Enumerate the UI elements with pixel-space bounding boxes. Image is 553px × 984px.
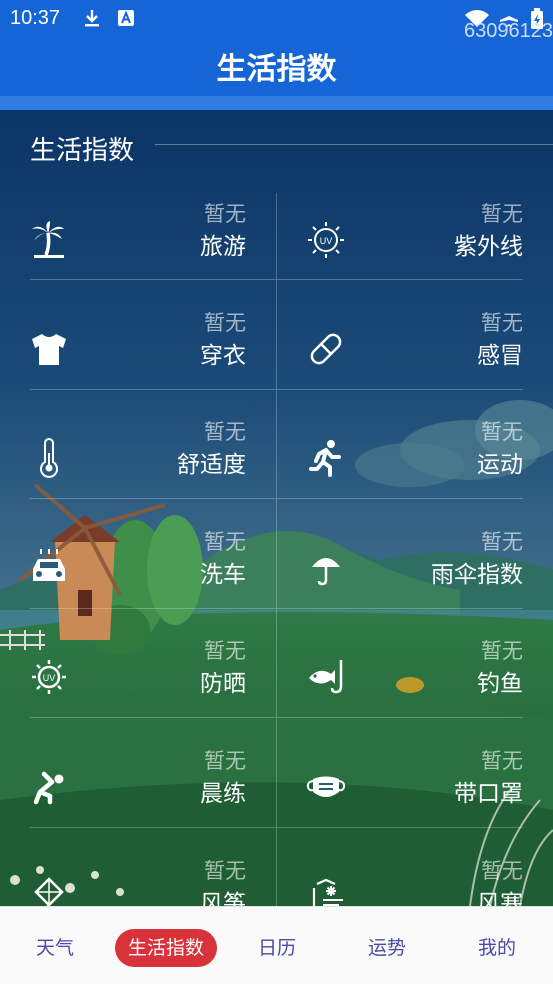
tab-life-index[interactable]: 生活指数 <box>115 929 217 967</box>
index-item-fishing[interactable]: 暂无 钓鱼 <box>277 630 553 739</box>
row-divider <box>277 608 523 609</box>
status-time: 10:37 <box>10 7 61 29</box>
index-item-cold[interactable]: 暂无 感冒 <box>277 302 553 411</box>
thermometer-icon <box>28 437 70 479</box>
status-code: 63096123 <box>464 20 553 42</box>
index-item-sport[interactable]: 暂无 运动 <box>277 411 553 520</box>
svg-text:UV: UV <box>43 673 56 683</box>
umbrella-icon <box>305 547 347 589</box>
index-item-travel[interactable]: 暂无 旅游 <box>0 193 276 302</box>
index-name: 风筝 <box>200 891 246 906</box>
index-item-car-wash[interactable]: 暂无 洗车 <box>0 521 276 630</box>
svg-text:UV: UV <box>320 236 333 246</box>
index-name: 旅游 <box>200 234 246 260</box>
index-name: 雨伞指数 <box>431 562 523 588</box>
index-name: 穿衣 <box>200 343 246 369</box>
index-status: 暂无 <box>481 859 523 883</box>
wind-chill-icon <box>305 876 347 906</box>
row-divider <box>30 827 276 828</box>
row-divider <box>277 717 523 718</box>
row-divider <box>30 389 276 390</box>
index-item-mask[interactable]: 暂无 带口罩 <box>277 740 553 849</box>
tab-mine[interactable]: 我的 <box>462 929 532 967</box>
index-status: 暂无 <box>204 749 246 773</box>
row-divider <box>277 498 523 499</box>
index-item-sunscreen[interactable]: UV 暂无 防晒 <box>0 630 276 739</box>
index-name: 紫外线 <box>454 234 523 260</box>
index-status: 暂无 <box>204 311 246 335</box>
tab-weather[interactable]: 天气 <box>20 929 90 967</box>
index-status: 暂无 <box>481 639 523 663</box>
tab-calendar[interactable]: 日历 <box>242 929 312 967</box>
index-name: 防晒 <box>200 671 246 697</box>
index-status: 暂无 <box>481 311 523 335</box>
row-divider <box>30 279 276 280</box>
bottom-navigation: 天气 生活指数 日历 运势 我的 <box>0 906 553 984</box>
index-name: 风寒 <box>477 891 523 906</box>
face-mask-icon <box>305 766 347 808</box>
palm-tree-icon <box>28 219 70 261</box>
status-bar: 10:37 63096123 <box>0 0 553 42</box>
fishing-icon <box>305 656 347 698</box>
app-notification-icon <box>116 8 136 28</box>
section-title: 生活指数 <box>30 136 135 166</box>
life-index-grid: 暂无 旅游 UV 暂无 紫外线 暂无 穿衣 暂无 感冒 暂无 舒适度 暂无 运动… <box>0 193 553 906</box>
index-status: 暂无 <box>481 202 523 226</box>
index-item-umbrella[interactable]: 暂无 雨伞指数 <box>277 521 553 630</box>
index-name: 运动 <box>477 452 523 478</box>
sunscreen-uv-icon: UV <box>28 656 70 698</box>
index-name: 钓鱼 <box>477 671 523 697</box>
section-divider <box>155 144 553 145</box>
index-item-uv[interactable]: UV 暂无 紫外线 <box>277 193 553 302</box>
index-status: 暂无 <box>481 420 523 444</box>
row-divider <box>277 827 523 828</box>
kite-icon <box>28 876 70 906</box>
index-status: 暂无 <box>204 530 246 554</box>
exercise-person-icon <box>28 766 70 808</box>
row-divider <box>30 498 276 499</box>
index-name: 晨练 <box>200 781 246 807</box>
pill-icon <box>305 328 347 370</box>
index-status: 暂无 <box>204 420 246 444</box>
index-name: 洗车 <box>200 562 246 588</box>
index-name: 舒适度 <box>177 452 246 478</box>
index-item-comfort[interactable]: 暂无 舒适度 <box>0 411 276 520</box>
running-person-icon <box>305 437 347 479</box>
row-divider <box>277 279 523 280</box>
index-item-wind-chill[interactable]: 暂无 风寒 <box>277 850 553 906</box>
index-item-morning-exercise[interactable]: 暂无 晨练 <box>0 740 276 849</box>
row-divider <box>30 608 276 609</box>
row-divider <box>30 717 276 718</box>
app-bar-strip <box>0 96 553 110</box>
index-status: 暂无 <box>204 639 246 663</box>
index-name: 感冒 <box>477 343 523 369</box>
row-divider <box>277 389 523 390</box>
page-title: 生活指数 <box>216 52 337 87</box>
car-wash-icon <box>28 547 70 589</box>
index-status: 暂无 <box>481 530 523 554</box>
index-status: 暂无 <box>204 202 246 226</box>
tab-fortune[interactable]: 运势 <box>352 929 422 967</box>
index-item-clothing[interactable]: 暂无 穿衣 <box>0 302 276 411</box>
index-status: 暂无 <box>204 859 246 883</box>
index-name: 带口罩 <box>454 781 523 807</box>
index-status: 暂无 <box>481 749 523 773</box>
download-icon <box>82 8 102 28</box>
uv-sun-icon: UV <box>305 219 347 261</box>
index-item-kite[interactable]: 暂无 风筝 <box>0 850 276 906</box>
app-bar: 生活指数 <box>0 36 553 96</box>
tshirt-icon <box>28 328 70 370</box>
